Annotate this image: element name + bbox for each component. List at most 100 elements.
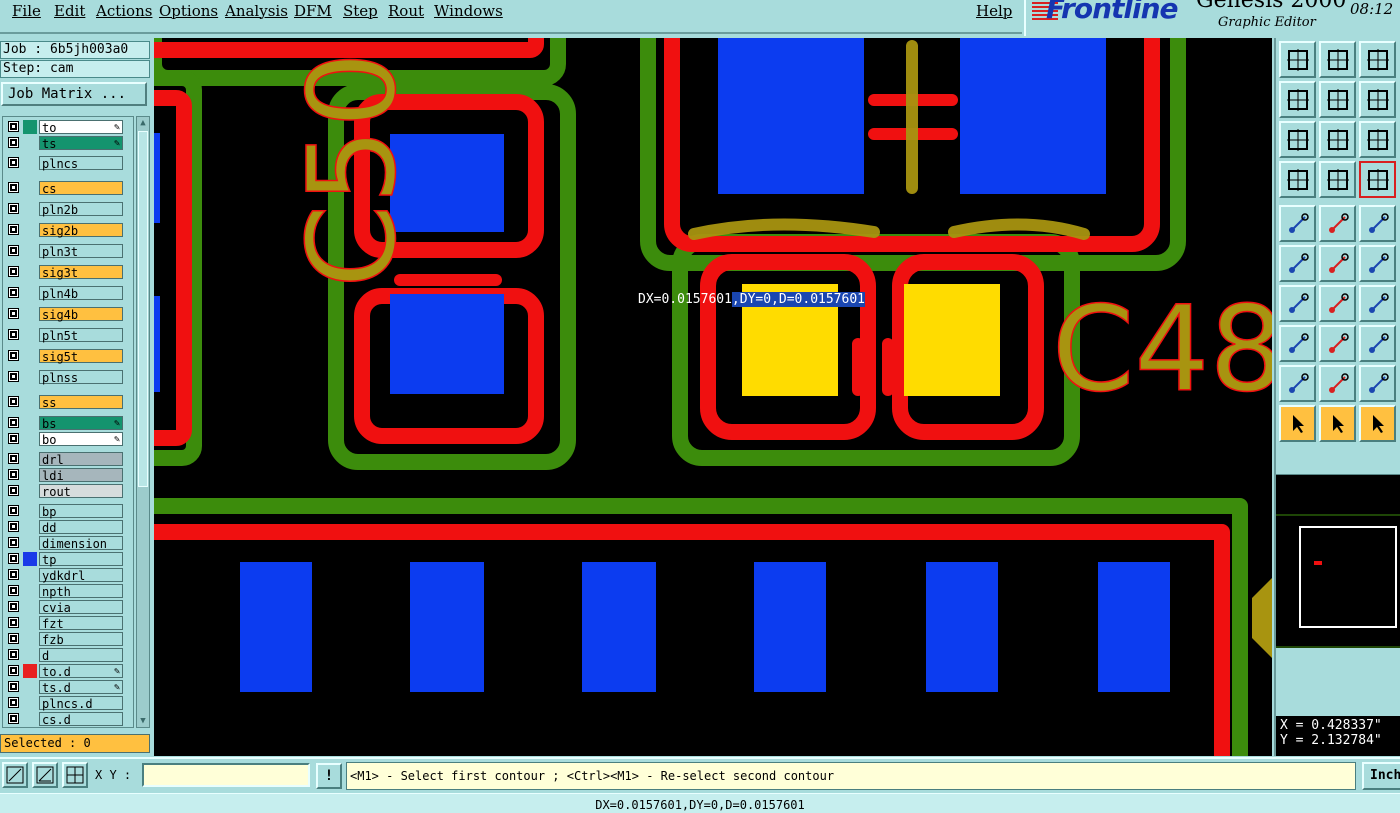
job-matrix-button[interactable]: Job Matrix ... (1, 82, 147, 106)
layer-checkbox[interactable] (8, 713, 19, 724)
layer-color-swatch[interactable] (23, 244, 37, 258)
layer-checkbox[interactable] (8, 245, 19, 256)
layer-row-fzb[interactable]: fzb (3, 631, 133, 647)
layer-row-plnss[interactable]: plnss (3, 369, 133, 385)
layer-checkbox[interactable] (8, 371, 19, 382)
layer-color-swatch[interactable] (23, 712, 37, 726)
layer-color-swatch[interactable] (23, 568, 37, 582)
menu-step[interactable]: Step (343, 2, 378, 20)
layer-color-swatch[interactable] (23, 616, 37, 630)
layer-checkbox[interactable] (8, 203, 19, 214)
layer-color-swatch[interactable] (23, 416, 37, 430)
tool-rotate-icon[interactable] (1359, 285, 1396, 322)
tool-select-arrow3-icon[interactable] (1359, 405, 1396, 442)
layer-checkbox[interactable] (8, 469, 19, 480)
layer-row-ts-d[interactable]: ts.d ✎ (3, 679, 133, 695)
layer-checkbox[interactable] (8, 649, 19, 660)
graphic-canvas[interactable]: C50 C48 DX=0.0157601,DY=0,D=0.0157601 (154, 38, 1272, 756)
tool-select-pad-icon[interactable] (1279, 325, 1316, 362)
tool-triangle-b-icon[interactable] (1319, 365, 1356, 402)
layer-color-swatch[interactable] (23, 584, 37, 598)
layer-row-ldi[interactable]: ldi (3, 467, 133, 483)
layer-row-drl[interactable]: drl (3, 451, 133, 467)
layer-row-sig2b[interactable]: sig2b (3, 222, 133, 238)
layer-name[interactable]: fzt (39, 616, 123, 631)
layer-row-ydkdrl[interactable]: ydkdrl (3, 567, 133, 583)
layer-name[interactable]: plnss (39, 370, 123, 385)
layer-checkbox[interactable] (8, 157, 19, 168)
layer-checkbox[interactable] (8, 633, 19, 644)
layer-color-swatch[interactable] (23, 452, 37, 466)
layer-name[interactable]: bs ✎ (39, 416, 123, 431)
layer-color-swatch[interactable] (23, 120, 37, 134)
layer-checkbox[interactable] (8, 453, 19, 464)
layer-checkbox[interactable] (8, 182, 19, 193)
layer-row-plncs-d[interactable]: plncs.d (3, 695, 133, 711)
layer-color-swatch[interactable] (23, 552, 37, 566)
tool-point-icon[interactable] (1359, 245, 1396, 282)
layer-name[interactable]: sig5t (39, 349, 123, 364)
layer-row-d[interactable]: d (3, 647, 133, 663)
layer-name[interactable]: npth (39, 584, 123, 599)
layer-color-swatch[interactable] (23, 395, 37, 409)
layer-row-pln4b[interactable]: pln4b (3, 285, 133, 301)
layer-color-swatch[interactable] (23, 156, 37, 170)
layer-row-bs[interactable]: bs ✎ (3, 415, 133, 431)
tool-angle-icon[interactable] (1279, 285, 1316, 322)
layer-name[interactable]: cvia (39, 600, 123, 615)
layer-color-swatch[interactable] (23, 136, 37, 150)
layer-checkbox[interactable] (8, 521, 19, 532)
tool-select-arrow-icon[interactable] (1279, 405, 1316, 442)
layer-color-swatch[interactable] (23, 504, 37, 518)
layer-row-sig4b[interactable]: sig4b (3, 306, 133, 322)
layer-name[interactable]: ts.d ✎ (39, 680, 123, 695)
layer-row-rout[interactable]: rout (3, 483, 133, 499)
layer-checkbox[interactable] (8, 308, 19, 319)
layer-checkbox[interactable] (8, 697, 19, 708)
tool-zoom-home-icon[interactable] (1319, 41, 1356, 78)
units-button[interactable]: Inch (1362, 762, 1400, 790)
tool-cross-snap-icon[interactable] (1319, 245, 1356, 282)
layer-name[interactable]: pln2b (39, 202, 123, 217)
layer-row-sig5t[interactable]: sig5t (3, 348, 133, 364)
layer-row-npth[interactable]: npth (3, 583, 133, 599)
layer-row-dimension[interactable]: dimension (3, 535, 133, 551)
layer-checkbox[interactable] (8, 665, 19, 676)
layer-color-swatch[interactable] (23, 328, 37, 342)
layer-name[interactable]: rout (39, 484, 123, 499)
layer-row-pln2b[interactable]: pln2b (3, 201, 133, 217)
layer-row-cvia[interactable]: cvia (3, 599, 133, 615)
menu-file[interactable]: File (12, 2, 41, 20)
scroll-down-icon[interactable]: ▼ (138, 716, 148, 726)
layer-name[interactable]: pln4b (39, 286, 123, 301)
xy-input[interactable] (142, 763, 310, 787)
layer-name[interactable]: ldi (39, 468, 123, 483)
layer-color-swatch[interactable] (23, 349, 37, 363)
layer-checkbox[interactable] (8, 537, 19, 548)
layer-row-plncs[interactable]: plncs (3, 155, 133, 171)
layer-row-tp[interactable]: tp (3, 551, 133, 567)
tool-center-icon[interactable] (1319, 121, 1356, 158)
layer-name[interactable]: ydkdrl (39, 568, 123, 583)
layer-name[interactable]: ss (39, 395, 123, 410)
layer-name[interactable]: sig3t (39, 265, 123, 280)
tool-select-arrow2-icon[interactable] (1319, 405, 1356, 442)
layer-checkbox[interactable] (8, 505, 19, 516)
layer-checkbox[interactable] (8, 585, 19, 596)
overview-map[interactable] (1276, 474, 1400, 648)
layer-color-swatch[interactable] (23, 202, 37, 216)
tool-zoom-home2-icon[interactable] (1359, 41, 1396, 78)
layer-checkbox[interactable] (8, 485, 19, 496)
tool-pan-right-icon[interactable] (1319, 81, 1356, 118)
layer-name[interactable]: plncs (39, 156, 123, 171)
layer-checkbox[interactable] (8, 433, 19, 444)
layer-color-swatch[interactable] (23, 664, 37, 678)
layer-name[interactable]: bp (39, 504, 123, 519)
tool-connect-icon[interactable] (1279, 245, 1316, 282)
layer-color-swatch[interactable] (23, 680, 37, 694)
layer-checkbox[interactable] (8, 121, 19, 132)
layer-color-swatch[interactable] (23, 536, 37, 550)
layer-checkbox[interactable] (8, 224, 19, 235)
layer-row-ss[interactable]: ss (3, 394, 133, 410)
layer-color-swatch[interactable] (23, 484, 37, 498)
